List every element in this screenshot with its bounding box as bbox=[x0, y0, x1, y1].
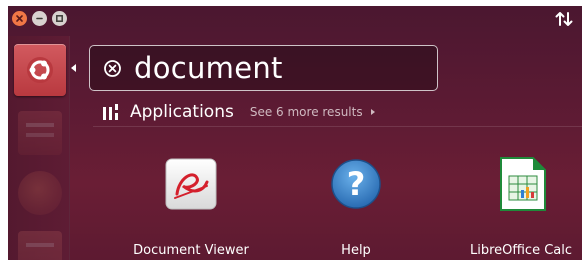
result-document-viewer[interactable]: Document Viewer bbox=[116, 146, 266, 258]
sort-arrows-icon[interactable] bbox=[554, 10, 574, 28]
close-button[interactable] bbox=[12, 11, 27, 26]
more-results-arrow-icon[interactable] bbox=[370, 109, 375, 115]
search-box[interactable]: document bbox=[89, 45, 438, 91]
active-indicator bbox=[71, 64, 76, 72]
category-header: Applications See 6 more results bbox=[102, 100, 375, 124]
category-title: Applications bbox=[130, 102, 234, 122]
document-viewer-icon bbox=[165, 158, 217, 210]
dash-overlay: document Applications See 6 more results bbox=[8, 6, 582, 260]
result-libreoffice-calc[interactable]: LibreOffice Calc bbox=[446, 146, 582, 258]
help-icon: ? bbox=[331, 159, 381, 209]
maximize-button[interactable] bbox=[52, 11, 67, 26]
close-icon bbox=[16, 15, 23, 22]
clear-search-icon[interactable] bbox=[103, 59, 122, 78]
maximize-icon bbox=[56, 15, 63, 22]
svg-text:?: ? bbox=[347, 165, 366, 203]
writer-icon[interactable] bbox=[18, 231, 62, 260]
libreoffice-calc-icon bbox=[500, 157, 546, 211]
result-label: LibreOffice Calc bbox=[469, 243, 573, 258]
ubuntu-logo-icon bbox=[27, 57, 53, 83]
launcher bbox=[8, 36, 70, 260]
applications-icon bbox=[103, 104, 118, 120]
search-input[interactable]: document bbox=[134, 51, 283, 85]
minimize-icon bbox=[36, 17, 43, 20]
result-label: Document Viewer bbox=[133, 243, 249, 258]
result-label: Help bbox=[341, 243, 371, 258]
result-help[interactable]: ? Help bbox=[281, 146, 431, 258]
firefox-icon[interactable] bbox=[18, 171, 62, 215]
minimize-button[interactable] bbox=[32, 11, 47, 26]
divider bbox=[93, 126, 582, 127]
files-icon[interactable] bbox=[18, 111, 62, 155]
dash-home-button[interactable] bbox=[14, 44, 66, 96]
more-results-link[interactable]: See 6 more results bbox=[250, 105, 363, 119]
